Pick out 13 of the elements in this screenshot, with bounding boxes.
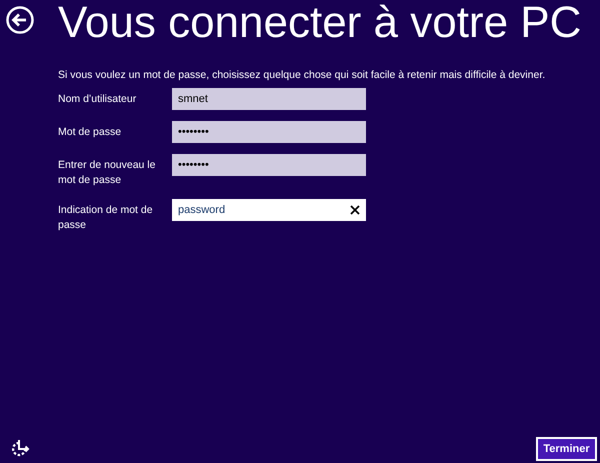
field-label: Entrer de nouveau le mot de passe	[58, 158, 156, 188]
finish-button[interactable]: Terminer	[536, 437, 597, 461]
clear-icon[interactable]	[350, 205, 360, 215]
intro-text: Si vous voulez un mot de passe, choisissez quelque chose qui soit facile à retenir mais difficile à deviner.	[58, 68, 546, 82]
text-field[interactable]: ••••••••	[172, 121, 366, 143]
ease-of-access-icon[interactable]	[10, 439, 30, 459]
field-label: Indication de mot de passe	[58, 203, 154, 233]
text-field[interactable]: password	[172, 199, 366, 221]
field-label: Mot de passe	[58, 125, 122, 140]
page-title: Vous connecter à votre PC	[58, 0, 582, 46]
text-field[interactable]: smnet	[172, 88, 366, 110]
field-label: Nom d’utilisateur	[58, 92, 138, 107]
text-field[interactable]: ••••••••	[172, 154, 366, 176]
